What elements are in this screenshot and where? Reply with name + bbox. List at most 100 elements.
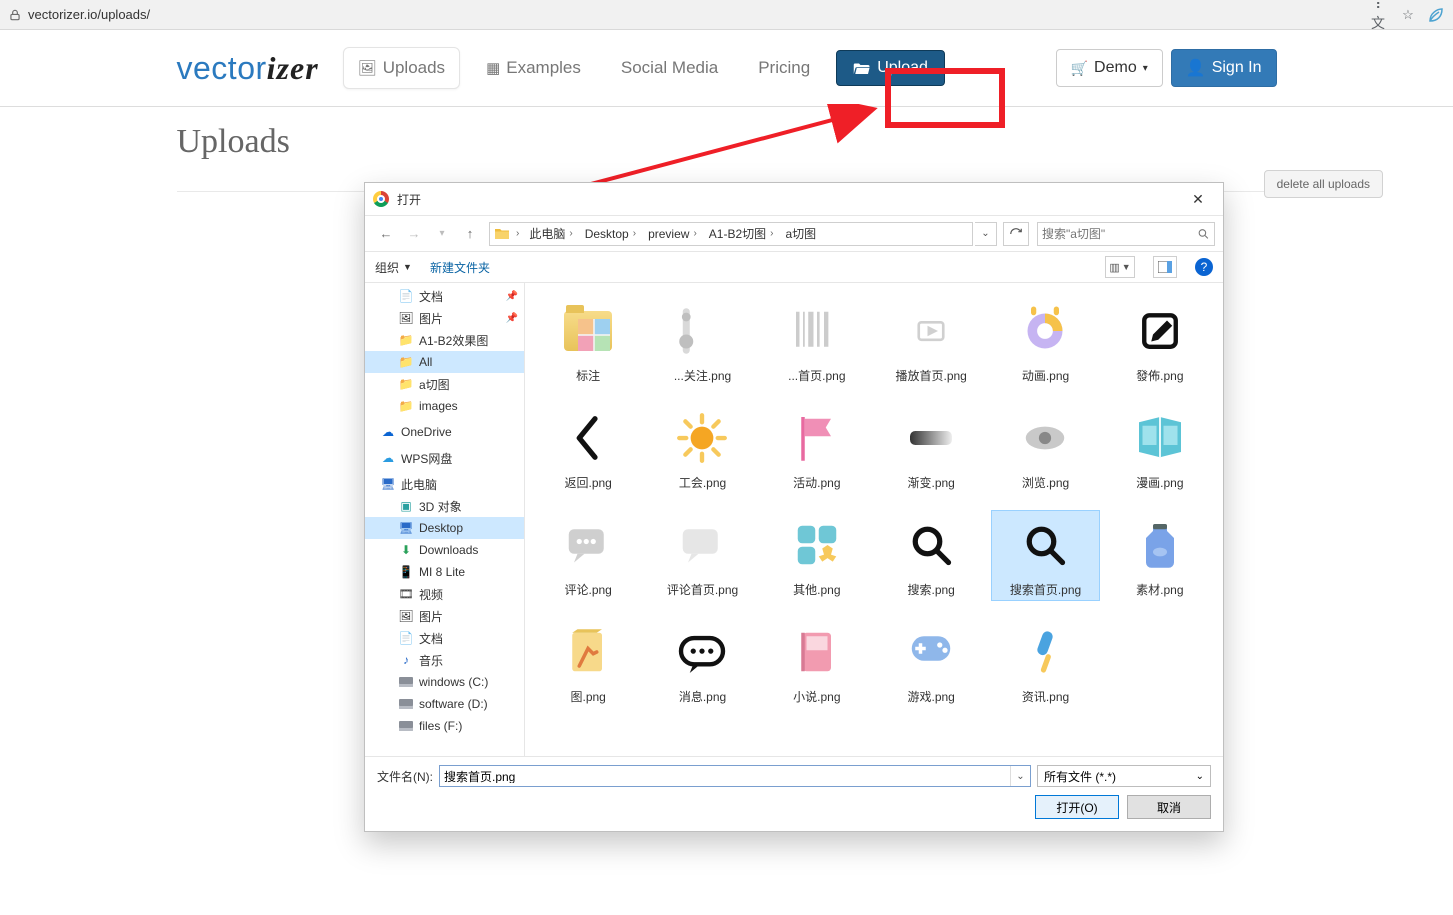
file-label: 發佈.png	[1136, 367, 1183, 384]
upload-button[interactable]: Upload	[836, 50, 945, 86]
side-pics[interactable]: 🖼图片📌	[365, 307, 524, 329]
side-downloads[interactable]: ⬇Downloads	[365, 539, 524, 561]
crumb-a1b2[interactable]: A1-B2切图›	[703, 223, 780, 245]
file-thumbnail	[899, 406, 963, 470]
side-wps[interactable]: ☁WPS网盘	[365, 447, 524, 469]
close-button[interactable]: ✕	[1181, 187, 1215, 211]
side-music[interactable]: ♪音乐	[365, 649, 524, 671]
file-thumbnail	[899, 620, 963, 684]
nav-up-button[interactable]: ↑	[457, 221, 483, 247]
view-mode-button[interactable]: ▥ ▼	[1105, 256, 1135, 278]
translate-icon[interactable]: ⠸文	[1371, 6, 1389, 24]
dialog-title: 打开	[397, 191, 421, 208]
breadcrumb-dropdown[interactable]: ⌄	[975, 222, 997, 246]
side-mi8[interactable]: 📱MI 8 Lite	[365, 561, 524, 583]
side-docs2[interactable]: 📄文档	[365, 627, 524, 649]
side-aqietu[interactable]: 📁a切图	[365, 373, 524, 395]
nav-uploads[interactable]: 🖼Uploads	[343, 47, 460, 89]
star-icon[interactable]: ☆	[1399, 6, 1417, 24]
nav-examples[interactable]: ▦Examples	[472, 48, 595, 88]
filetype-select[interactable]: 所有文件 (*.*)⌄	[1037, 765, 1211, 787]
file-item[interactable]: 渐变.png	[878, 404, 984, 493]
file-item[interactable]: 消息.png	[649, 618, 755, 707]
crumb-preview[interactable]: preview›	[642, 223, 703, 245]
file-label: 评论.png	[564, 581, 611, 598]
file-item[interactable]: 资讯.png	[992, 618, 1098, 707]
file-item[interactable]: 标注	[535, 297, 641, 386]
file-label: 游戏.png	[907, 688, 954, 705]
breadcrumb[interactable]: › 此电脑› Desktop› preview› A1-B2切图› a切图	[489, 222, 973, 246]
file-item[interactable]: 小说.png	[764, 618, 870, 707]
new-folder-button[interactable]: 新建文件夹	[430, 259, 490, 276]
file-thumbnail	[670, 406, 734, 470]
nav-pricing[interactable]: Pricing	[744, 48, 824, 88]
filename-input[interactable]: ⌄	[439, 765, 1031, 787]
demo-button[interactable]: 🛒Demo▾	[1056, 49, 1163, 87]
caret-down-icon: ▼	[403, 262, 412, 272]
file-item[interactable]: 游戏.png	[878, 618, 984, 707]
file-item[interactable]: 其他.png	[764, 511, 870, 600]
crumb-aqietu[interactable]: a切图	[779, 223, 822, 245]
crumb-thispc[interactable]: 此电脑›	[523, 223, 578, 245]
file-item[interactable]: ...关注.png	[649, 297, 755, 386]
filename-dropdown[interactable]: ⌄	[1010, 766, 1030, 786]
help-button[interactable]: ?	[1195, 258, 1213, 276]
nav-recent-button[interactable]: ▾	[429, 221, 455, 247]
user-icon: 👤	[1186, 58, 1206, 78]
search-field[interactable]	[1042, 227, 1197, 241]
file-item[interactable]: 浏览.png	[992, 404, 1098, 493]
side-docs[interactable]: 📄文档📌	[365, 285, 524, 307]
nav-back-button[interactable]: ←	[373, 221, 399, 247]
side-3d[interactable]: ▣3D 对象	[365, 495, 524, 517]
open-button[interactable]: 打开(O)	[1035, 795, 1119, 819]
side-onedrive[interactable]: ☁OneDrive	[365, 421, 524, 443]
dialog-search-input[interactable]	[1037, 222, 1215, 246]
side-thispc[interactable]: 🖥此电脑	[365, 473, 524, 495]
delete-all-button[interactable]: delete all uploads	[1264, 170, 1383, 198]
file-item[interactable]: 漫画.png	[1107, 404, 1213, 493]
file-item[interactable]: 返回.png	[535, 404, 641, 493]
nav-forward-button[interactable]: →	[401, 221, 427, 247]
file-item[interactable]: 动画.png	[992, 297, 1098, 386]
side-images[interactable]: 📁images	[365, 395, 524, 417]
file-thumbnail	[1013, 406, 1077, 470]
side-fdrive[interactable]: files (F:)	[365, 715, 524, 737]
side-video[interactable]: 🎞视频	[365, 583, 524, 605]
leaf-icon[interactable]	[1427, 6, 1445, 24]
cancel-button[interactable]: 取消	[1127, 795, 1211, 819]
file-label: ...首页.png	[788, 367, 845, 384]
crumb-desktop[interactable]: Desktop›	[579, 223, 642, 245]
preview-pane-button[interactable]	[1153, 256, 1177, 278]
file-item[interactable]: 搜索.png	[878, 511, 984, 600]
file-item[interactable]: 搜索首页.png	[992, 511, 1098, 600]
file-item[interactable]: 活动.png	[764, 404, 870, 493]
url-text[interactable]: vectorizer.io/uploads/	[28, 7, 1371, 22]
file-item[interactable]: 工会.png	[649, 404, 755, 493]
organize-button[interactable]: 组织▼	[375, 259, 412, 276]
side-a1b2[interactable]: 📁A1-B2效果图	[365, 329, 524, 351]
signin-button[interactable]: 👤Sign In	[1171, 49, 1277, 87]
file-grid[interactable]: 标注...关注.png ...首页.png 播放首页.png 动画.png 發佈.png…	[525, 283, 1223, 756]
file-item[interactable]: 图.png	[535, 618, 641, 707]
file-label: 动画.png	[1022, 367, 1069, 384]
file-item[interactable]: 评论.png	[535, 511, 641, 600]
file-label: 消息.png	[679, 688, 726, 705]
side-pics2[interactable]: 🖼图片	[365, 605, 524, 627]
file-item[interactable]: 發佈.png	[1107, 297, 1213, 386]
file-item[interactable]: 评论首页.png	[649, 511, 755, 600]
chevron-right-icon[interactable]: ›	[512, 228, 523, 239]
file-item[interactable]: 素材.png	[1107, 511, 1213, 600]
file-label: 图.png	[570, 688, 605, 705]
file-item[interactable]: ...首页.png	[764, 297, 870, 386]
dialog-titlebar: 打开 ✕	[365, 183, 1223, 215]
side-desktop[interactable]: 🖥Desktop	[365, 517, 524, 539]
side-all[interactable]: 📁All	[365, 351, 524, 373]
filename-field[interactable]	[440, 769, 1010, 783]
nav-social[interactable]: Social Media	[607, 48, 732, 88]
side-ddrive[interactable]: software (D:)	[365, 693, 524, 715]
dialog-footer: 文件名(N): ⌄ 所有文件 (*.*)⌄ 打开(O) 取消	[365, 756, 1223, 831]
logo[interactable]: vectorizer	[177, 50, 319, 87]
side-cdrive[interactable]: windows (C:)	[365, 671, 524, 693]
file-item[interactable]: 播放首页.png	[878, 297, 984, 386]
refresh-button[interactable]	[1003, 222, 1029, 246]
